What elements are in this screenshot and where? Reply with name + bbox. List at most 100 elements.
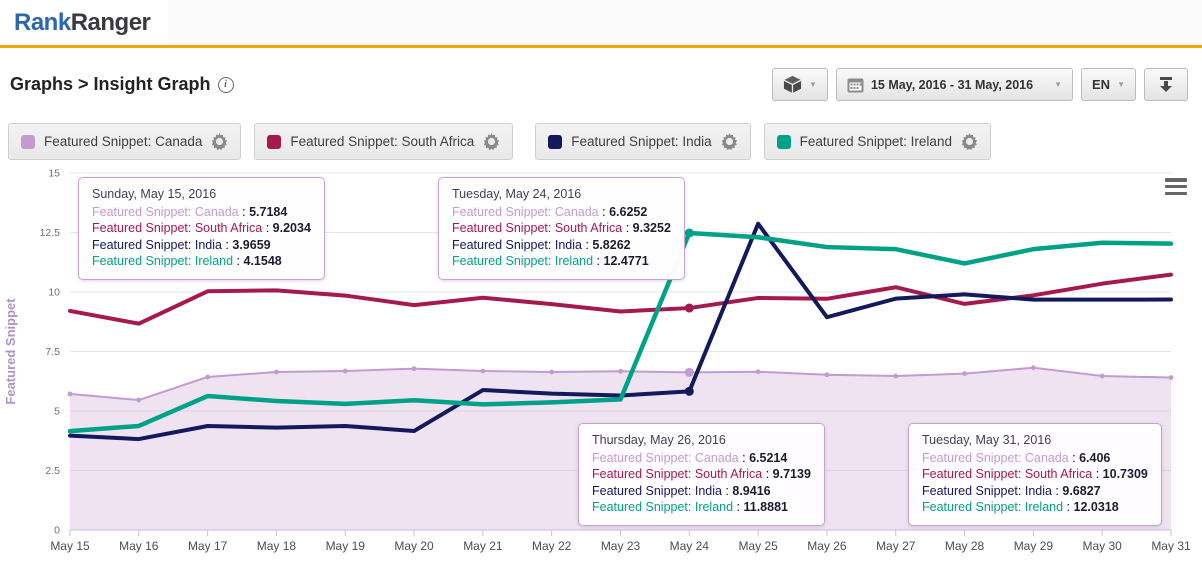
tooltip-value: 6.5214 bbox=[749, 451, 787, 465]
svg-text:May 24: May 24 bbox=[670, 539, 710, 553]
svg-text:May 18: May 18 bbox=[257, 539, 297, 553]
tooltip-value: 8.9416 bbox=[732, 484, 770, 498]
tooltip-value: 9.6827 bbox=[1062, 484, 1100, 498]
tooltip-row: Featured Snippet: Canada : 6.406 bbox=[922, 450, 1148, 467]
svg-text:May 21: May 21 bbox=[463, 539, 503, 553]
tooltip-value: 6.406 bbox=[1079, 451, 1110, 465]
app-header: RankRanger bbox=[0, 0, 1202, 48]
svg-text:May 26: May 26 bbox=[807, 539, 847, 553]
logo[interactable]: RankRanger bbox=[0, 0, 168, 45]
insight-chart[interactable]: 0 2.5 5 7.5 10 12.5 15 May 15 May 16 May 17 May 18… bbox=[0, 165, 1202, 556]
info-icon[interactable]: i bbox=[218, 77, 234, 93]
legend-label: Featured Snippet: Canada bbox=[44, 134, 202, 149]
legend-chip-ireland[interactable]: Featured Snippet: Ireland bbox=[764, 123, 991, 160]
svg-text:May 29: May 29 bbox=[1014, 539, 1054, 553]
tooltip-value: 5.7184 bbox=[249, 205, 287, 219]
svg-text:May 31: May 31 bbox=[1151, 539, 1191, 553]
svg-text:May 15: May 15 bbox=[50, 539, 90, 553]
campaign-selector-button[interactable]: ▼ bbox=[772, 68, 828, 101]
chart-tooltip: Sunday, May 15, 2016 Featured Snippet: C… bbox=[78, 177, 325, 280]
gear-icon[interactable] bbox=[211, 133, 228, 150]
gear-icon[interactable] bbox=[721, 133, 738, 150]
date-range-button[interactable]: 15 May, 2016 - 31 May, 2016 ▼ bbox=[836, 68, 1073, 101]
gear-icon[interactable] bbox=[483, 133, 500, 150]
tooltip-date: Sunday, May 15, 2016 bbox=[92, 186, 311, 203]
tooltip-row: Featured Snippet: India : 9.6827 bbox=[922, 483, 1148, 500]
tooltip-row: Featured Snippet: India : 5.8262 bbox=[452, 237, 671, 254]
language-label: EN bbox=[1092, 77, 1110, 92]
tooltip-row: Featured Snippet: South Africa : 9.3252 bbox=[452, 220, 671, 237]
tooltip-value: 5.8262 bbox=[592, 238, 630, 252]
svg-text:7.5: 7.5 bbox=[45, 346, 60, 358]
chart-tooltip: Thursday, May 26, 2016 Featured Snippet:… bbox=[578, 423, 825, 526]
series-color-swatch bbox=[777, 135, 791, 149]
svg-text:Featured Snippet: Featured Snippet bbox=[3, 298, 18, 405]
svg-text:May 19: May 19 bbox=[326, 539, 366, 553]
tooltip-value: 11.8881 bbox=[744, 500, 789, 514]
svg-text:May 28: May 28 bbox=[945, 539, 985, 553]
tooltip-row: Featured Snippet: Ireland : 12.4771 bbox=[452, 253, 671, 270]
page-title-text: Graphs > Insight Graph bbox=[10, 74, 211, 95]
chevron-down-icon: ▼ bbox=[1117, 80, 1125, 89]
svg-text:May 20: May 20 bbox=[394, 539, 434, 553]
logo-rank: Rank bbox=[14, 9, 71, 36]
tooltip-row: Featured Snippet: Canada : 5.7184 bbox=[92, 204, 311, 221]
tooltip-row: Featured Snippet: India : 3.9659 bbox=[92, 237, 311, 254]
tooltip-row: Featured Snippet: South Africa : 9.2034 bbox=[92, 220, 311, 237]
tooltip-value: 9.3252 bbox=[633, 221, 671, 235]
svg-text:May 25: May 25 bbox=[738, 539, 778, 553]
gear-icon[interactable] bbox=[961, 133, 978, 150]
svg-text:5: 5 bbox=[54, 406, 60, 418]
tooltip-value: 9.7139 bbox=[773, 467, 811, 481]
date-range-label: 15 May, 2016 - 31 May, 2016 bbox=[871, 78, 1033, 92]
chart-tooltip: Tuesday, May 24, 2016 Featured Snippet: … bbox=[438, 177, 685, 280]
breadcrumb: Graphs > Insight Graph i bbox=[10, 74, 234, 95]
legend-row: Featured Snippet: Canada Featured Snippe… bbox=[0, 115, 1202, 160]
tooltip-row: Featured Snippet: Canada : 6.6252 bbox=[452, 204, 671, 221]
svg-text:10: 10 bbox=[48, 287, 60, 299]
language-selector-button[interactable]: EN ▼ bbox=[1081, 68, 1136, 101]
svg-text:2.5: 2.5 bbox=[45, 465, 60, 477]
svg-text:May 30: May 30 bbox=[1083, 539, 1123, 553]
legend-label: Featured Snippet: South Africa bbox=[290, 134, 474, 149]
tooltip-row: Featured Snippet: Canada : 6.5214 bbox=[592, 450, 811, 467]
legend-chip-south-africa[interactable]: Featured Snippet: South Africa bbox=[254, 123, 513, 160]
tooltip-value: 3.9659 bbox=[232, 238, 270, 252]
tooltip-date: Tuesday, May 24, 2016 bbox=[452, 186, 671, 203]
chevron-down-icon: ▼ bbox=[1054, 80, 1062, 89]
tooltip-value: 12.4771 bbox=[604, 254, 649, 268]
svg-text:May 16: May 16 bbox=[119, 539, 159, 553]
title-row: Graphs > Insight Graph i ▼ 15 May, 2016 … bbox=[0, 48, 1202, 115]
chart-menu-icon[interactable] bbox=[1165, 178, 1187, 195]
legend-label: Featured Snippet: India bbox=[571, 134, 711, 149]
svg-text:15: 15 bbox=[48, 168, 60, 180]
cube-icon bbox=[783, 75, 802, 94]
legend-chip-india[interactable]: Featured Snippet: India bbox=[535, 123, 750, 160]
tooltip-value: 9.2034 bbox=[273, 221, 311, 235]
download-button[interactable] bbox=[1144, 68, 1188, 101]
toolbar-controls: ▼ 15 May, 2016 - 31 May, 2016 ▼ EN ▼ bbox=[772, 68, 1188, 101]
tooltip-value: 4.1548 bbox=[244, 254, 282, 268]
logo-ranger: Ranger bbox=[71, 9, 151, 36]
tooltip-value: 6.6252 bbox=[609, 205, 647, 219]
tooltip-row: Featured Snippet: Ireland : 4.1548 bbox=[92, 253, 311, 270]
tooltip-row: Featured Snippet: Ireland : 11.8881 bbox=[592, 499, 811, 516]
svg-text:May 22: May 22 bbox=[532, 539, 572, 553]
svg-text:May 17: May 17 bbox=[188, 539, 228, 553]
tooltip-date: Tuesday, May 31, 2016 bbox=[922, 432, 1148, 449]
chart-tooltip: Tuesday, May 31, 2016 Featured Snippet: … bbox=[908, 423, 1162, 526]
series-color-swatch bbox=[21, 135, 35, 149]
tooltip-row: Featured Snippet: South Africa : 9.7139 bbox=[592, 466, 811, 483]
series-color-swatch bbox=[548, 135, 562, 149]
tooltip-row: Featured Snippet: South Africa : 10.7309 bbox=[922, 466, 1148, 483]
tooltip-row: Featured Snippet: India : 8.9416 bbox=[592, 483, 811, 500]
legend-label: Featured Snippet: Ireland bbox=[800, 134, 952, 149]
svg-text:12.5: 12.5 bbox=[40, 227, 61, 239]
tooltip-value: 12.0318 bbox=[1074, 500, 1119, 514]
svg-text:May 27: May 27 bbox=[876, 539, 916, 553]
svg-text:0: 0 bbox=[54, 525, 60, 537]
logo-text: RankRanger bbox=[14, 9, 150, 37]
legend-chip-canada[interactable]: Featured Snippet: Canada bbox=[8, 123, 241, 160]
series-color-swatch bbox=[267, 135, 281, 149]
chevron-down-icon: ▼ bbox=[809, 80, 817, 89]
